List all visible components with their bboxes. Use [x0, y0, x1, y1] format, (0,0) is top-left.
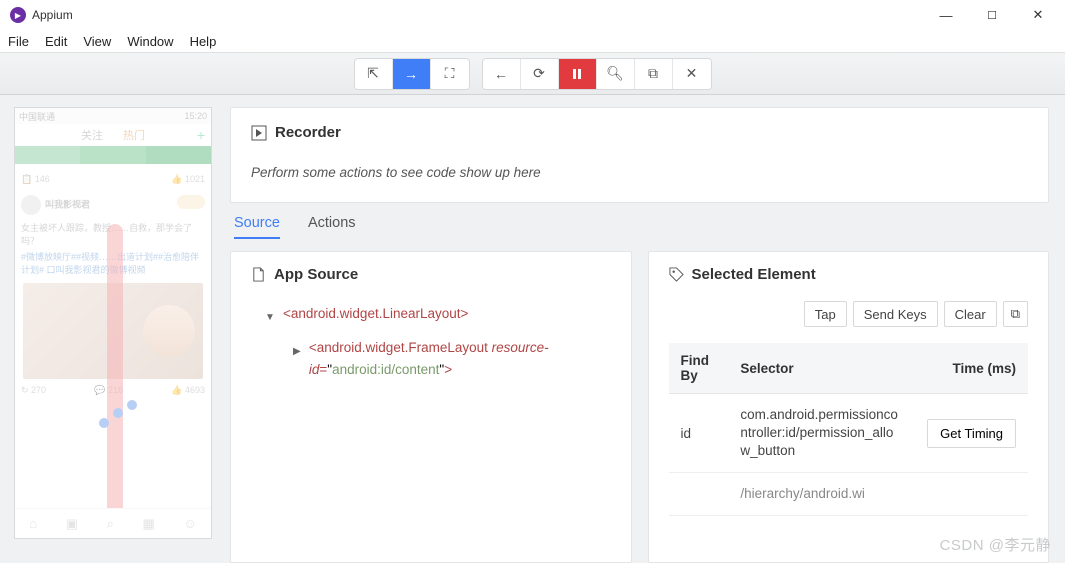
device-tab-follow: 关注 — [81, 127, 103, 143]
window-close-button[interactable] — [1015, 0, 1061, 30]
inspector-tabs: Source Actions — [230, 215, 1049, 239]
device-status-left: 中国联通 — [19, 110, 55, 123]
window-minimize-button[interactable] — [923, 0, 969, 30]
selected-attributes-table: Find By Selector Time (ms) id com.androi… — [669, 343, 1029, 516]
device-tab-hot: 热门 — [123, 127, 145, 143]
swipe-mode-button[interactable]: → — [393, 59, 431, 89]
toolbar-mode-group: ⇱ → ⛶ — [354, 58, 470, 90]
menu-window[interactable]: Window — [127, 34, 173, 49]
col-findby: Find By — [669, 343, 729, 394]
device-status-right: 15:20 — [184, 111, 207, 121]
copy-xml-button[interactable]: ⧉ — [635, 59, 673, 89]
refresh-button[interactable]: ⟳ — [521, 59, 559, 89]
window-maximize-button[interactable] — [969, 0, 1015, 30]
menu-help[interactable]: Help — [190, 34, 217, 49]
clear-button[interactable]: Clear — [944, 301, 997, 327]
menubar: File Edit View Window Help — [0, 30, 1065, 52]
menu-edit[interactable]: Edit — [45, 34, 67, 49]
menu-file[interactable]: File — [8, 34, 29, 49]
table-row: /hierarchy/android.wi — [669, 473, 1029, 516]
device-bottom-nav: ⌂▣⌕▦☺ — [15, 508, 211, 538]
recorder-title: Recorder — [275, 124, 341, 141]
source-tree[interactable]: ▼ <android.widget.LinearLayout> ▶ <andro… — [251, 303, 611, 381]
tap-coordinates-button[interactable]: ⛶ — [431, 59, 469, 89]
record-button[interactable] — [559, 59, 597, 89]
menu-view[interactable]: View — [83, 34, 111, 49]
document-icon — [251, 267, 266, 282]
recorder-hint: Perform some actions to see code show up… — [251, 165, 1028, 180]
app-icon — [10, 7, 26, 23]
toolbar: ⇱ → ⛶ ← ⟳ 🔍︎ ⧉ ✕ — [0, 52, 1065, 95]
recorder-panel: Recorder Perform some actions to see cod… — [230, 107, 1049, 203]
back-button[interactable]: ← — [483, 59, 521, 89]
tree-node-root[interactable]: ▼ <android.widget.LinearLayout> — [265, 303, 611, 329]
cell-selector-preview: /hierarchy/android.wi — [740, 485, 903, 503]
window-title: Appium — [32, 8, 73, 22]
main-area: 中国联通 15:20 关注热门+ 📋 146👍 1021 叫我影视君 女主被坏人… — [0, 95, 1065, 563]
tab-actions[interactable]: Actions — [308, 215, 356, 239]
caret-right-icon[interactable]: ▶ — [293, 341, 301, 363]
recorder-icon — [251, 125, 267, 141]
toolbar-session-group: ← ⟳ 🔍︎ ⧉ ✕ — [482, 58, 712, 90]
table-row: id com.android.permissioncontroller:id/p… — [669, 394, 1029, 473]
close-session-button[interactable]: ✕ — [673, 59, 711, 89]
app-source-title: App Source — [274, 266, 358, 283]
search-button[interactable]: 🔍︎ — [597, 59, 635, 89]
selected-element-panel: Selected Element Tap Send Keys Clear ⧉ F… — [648, 251, 1050, 563]
selected-element-title: Selected Element — [692, 266, 816, 283]
device-column: 中国联通 15:20 关注热门+ 📋 146👍 1021 叫我影视君 女主被坏人… — [0, 95, 218, 563]
cell-findby: id — [669, 394, 729, 473]
window-titlebar: Appium — [0, 0, 1065, 30]
device-plus-icon: + — [197, 127, 205, 143]
get-timing-button[interactable]: Get Timing — [927, 419, 1016, 448]
copy-attributes-button[interactable]: ⧉ — [1003, 301, 1028, 327]
caret-down-icon[interactable]: ▼ — [265, 307, 275, 329]
tag-icon — [669, 267, 684, 282]
send-keys-button[interactable]: Send Keys — [853, 301, 938, 327]
col-selector: Selector — [728, 343, 915, 394]
app-source-panel: App Source ▼ <android.widget.LinearLayou… — [230, 251, 632, 563]
swipe-indicator — [107, 224, 123, 524]
select-element-button[interactable]: ⇱ — [355, 59, 393, 89]
tab-source[interactable]: Source — [234, 215, 280, 239]
tree-node-child[interactable]: ▶ <android.widget.FrameLayout resource-i… — [293, 337, 611, 381]
device-screenshot[interactable]: 中国联通 15:20 关注热门+ 📋 146👍 1021 叫我影视君 女主被坏人… — [14, 107, 212, 539]
tap-button[interactable]: Tap — [804, 301, 847, 327]
col-time: Time (ms) — [915, 343, 1028, 394]
device-post-user: 叫我影视君 — [45, 199, 90, 209]
inspector-content: Recorder Perform some actions to see cod… — [218, 95, 1065, 563]
cell-selector: com.android.permissioncontroller:id/perm… — [740, 406, 903, 460]
